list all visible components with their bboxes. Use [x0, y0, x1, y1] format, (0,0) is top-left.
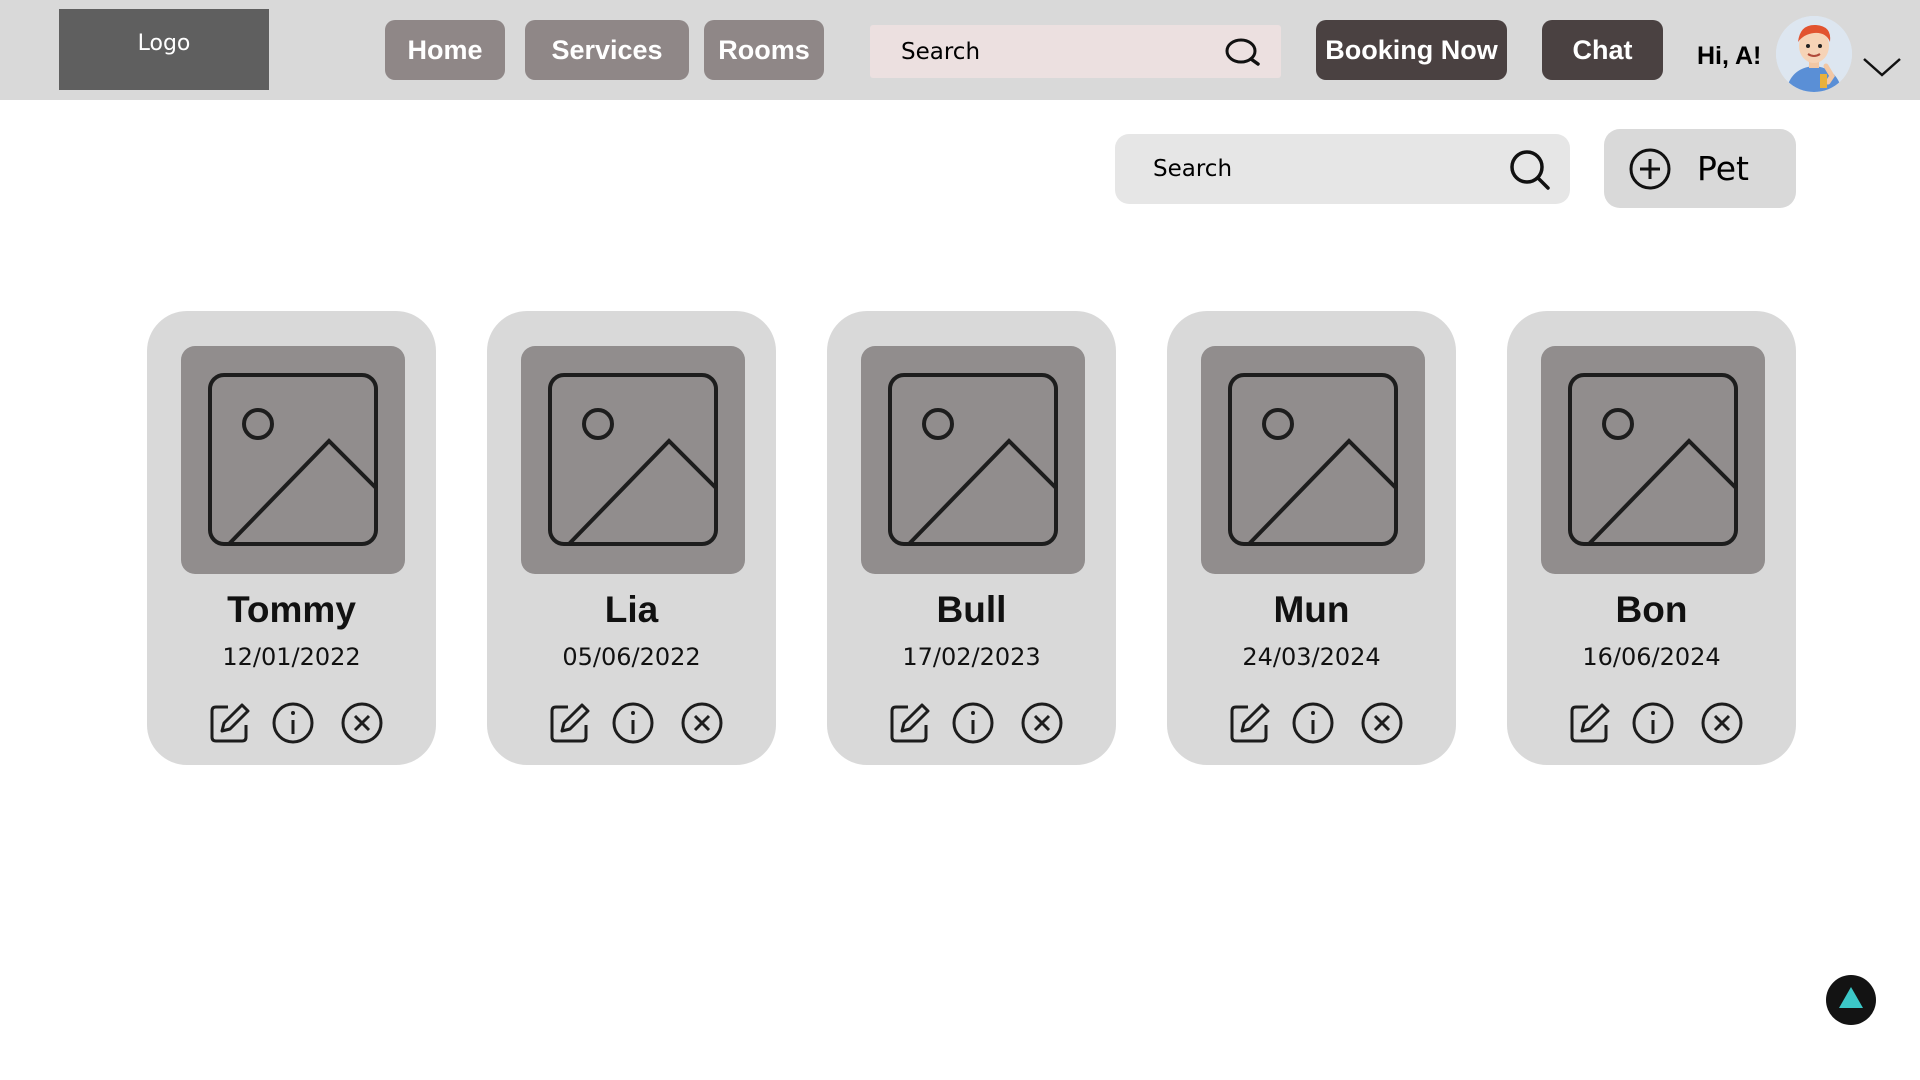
search-icon[interactable]	[1508, 148, 1552, 190]
pet-photo-placeholder	[1201, 346, 1425, 574]
pet-name: Lia	[604, 589, 659, 630]
edit-icon[interactable]	[548, 701, 592, 745]
pet-card: Tommy 12/01/2022	[147, 311, 436, 765]
info-icon[interactable]	[1631, 701, 1675, 745]
close-circle-icon[interactable]	[1700, 701, 1744, 745]
chat-button[interactable]: Chat	[1542, 20, 1663, 80]
add-pet-label: Pet	[1697, 149, 1749, 188]
search-icon[interactable]	[1225, 37, 1261, 67]
pet-card: Mun 24/03/2024	[1167, 311, 1456, 765]
pet-name: Tommy	[227, 589, 356, 630]
image-icon	[548, 373, 718, 546]
pet-actions	[147, 701, 436, 745]
header-search-placeholder: Search	[901, 39, 981, 65]
pet-photo-placeholder	[181, 346, 405, 574]
avatar[interactable]	[1776, 16, 1852, 92]
header-search-input[interactable]: Search	[870, 25, 1281, 78]
edit-icon[interactable]	[1228, 701, 1272, 745]
image-icon	[208, 373, 378, 546]
arrow-up-icon	[1839, 987, 1863, 1008]
info-icon[interactable]	[611, 701, 655, 745]
pet-date: 24/03/2024	[1242, 643, 1381, 671]
top-navigation-bar: Logo Home Services Rooms Search Booking …	[0, 0, 1920, 100]
pet-actions	[1507, 701, 1796, 745]
pet-photo-placeholder	[1541, 346, 1765, 574]
pet-actions	[1167, 701, 1456, 745]
chevron-down-icon[interactable]	[1862, 55, 1902, 79]
edit-icon[interactable]	[888, 701, 932, 745]
user-greeting: Hi, A!	[1697, 42, 1762, 70]
pet-actions	[487, 701, 776, 745]
info-icon[interactable]	[951, 701, 995, 745]
logo[interactable]: Logo	[59, 9, 269, 90]
pet-date: 16/06/2024	[1582, 643, 1721, 671]
pet-name: Bon	[1615, 589, 1688, 630]
scroll-to-top-button[interactable]	[1826, 975, 1876, 1025]
close-circle-icon[interactable]	[680, 701, 724, 745]
image-icon	[1568, 373, 1738, 546]
pet-actions	[827, 701, 1116, 745]
nav-rooms-button[interactable]: Rooms	[704, 20, 824, 80]
pet-photo-placeholder	[861, 346, 1085, 574]
pet-date: 17/02/2023	[902, 643, 1041, 671]
pet-card: Bull 17/02/2023	[827, 311, 1116, 765]
pet-name: Mun	[1273, 589, 1350, 630]
info-icon[interactable]	[271, 701, 315, 745]
close-circle-icon[interactable]	[1360, 701, 1404, 745]
pet-date: 05/06/2022	[562, 643, 701, 671]
edit-icon[interactable]	[1568, 701, 1612, 745]
pet-date: 12/01/2022	[222, 643, 361, 671]
add-pet-button[interactable]: Pet	[1604, 129, 1796, 208]
pet-card: Lia 05/06/2022	[487, 311, 776, 765]
image-icon	[1228, 373, 1398, 546]
info-icon[interactable]	[1291, 701, 1335, 745]
close-circle-icon[interactable]	[340, 701, 384, 745]
nav-home-button[interactable]: Home	[385, 20, 505, 80]
pet-photo-placeholder	[521, 346, 745, 574]
booking-now-button[interactable]: Booking Now	[1316, 20, 1507, 80]
edit-icon[interactable]	[208, 701, 252, 745]
pet-search-placeholder: Search	[1153, 156, 1233, 182]
pet-card: Bon 16/06/2024	[1507, 311, 1796, 765]
pet-search-input[interactable]: Search	[1115, 134, 1570, 204]
pet-name: Bull	[936, 589, 1007, 630]
plus-circle-icon	[1629, 148, 1671, 190]
image-icon	[888, 373, 1058, 546]
nav-services-button[interactable]: Services	[525, 20, 689, 80]
close-circle-icon[interactable]	[1020, 701, 1064, 745]
